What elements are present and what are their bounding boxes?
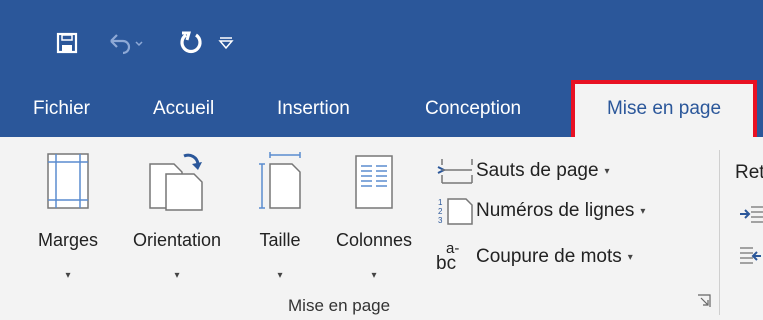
tab-insertion[interactable]: Insertion — [277, 80, 350, 137]
tab-fichier[interactable]: Fichier — [33, 80, 90, 137]
size-dropdown-arrow: ▾ — [277, 270, 283, 281]
size-label: Taille — [259, 230, 301, 250]
line-numbers-button[interactable]: 1 2 3 Numéros de lignes ▾ — [436, 194, 645, 228]
redo-button[interactable] — [176, 28, 206, 58]
hyphenation-label: Coupure de mots — [476, 246, 622, 267]
orientation-icon — [149, 153, 203, 211]
orientation-dropdown-arrow: ▾ — [174, 270, 180, 281]
orientation-label: Orientation — [132, 230, 222, 250]
tab-conception[interactable]: Conception — [425, 80, 521, 137]
margins-label: Marges — [37, 230, 99, 250]
margins-button[interactable]: Marges ▾ — [28, 152, 108, 287]
page-breaks-label: Sauts de page — [476, 160, 599, 181]
next-group-partial-label: Ret — [735, 162, 763, 183]
line-numbers-label: Numéros de lignes — [476, 200, 635, 221]
save-icon — [56, 32, 78, 54]
dialog-launcher-icon — [698, 294, 711, 307]
group-dialog-launcher[interactable] — [697, 294, 711, 308]
columns-icon — [355, 155, 393, 209]
tab-accueil[interactable]: Accueil — [153, 80, 214, 137]
save-button[interactable] — [52, 28, 82, 58]
svg-text:3: 3 — [438, 216, 443, 225]
indent-right-button[interactable] — [739, 246, 763, 273]
size-button[interactable]: Taille ▾ — [248, 152, 312, 287]
margins-icon — [47, 153, 89, 209]
customize-qat-button[interactable] — [215, 28, 237, 58]
undo-button[interactable] — [105, 28, 145, 58]
hyphenation-dropdown-arrow: ▾ — [627, 251, 633, 263]
hyphenation-icon-bottom: bc — [436, 253, 457, 274]
columns-label: Colonnes — [335, 230, 413, 250]
customize-dropdown-icon — [218, 37, 234, 50]
hyphenation-button[interactable]: a- bc Coupure de mots ▾ — [436, 240, 633, 274]
columns-dropdown-arrow: ▾ — [371, 270, 377, 281]
undo-icon — [110, 34, 143, 55]
orientation-button[interactable]: Orientation ▾ — [118, 152, 236, 287]
hyphenation-icon: a- bc — [436, 240, 476, 274]
size-icon — [259, 152, 301, 209]
indent-icon — [740, 206, 763, 223]
line-numbers-icon: 1 2 3 — [438, 198, 473, 225]
columns-button[interactable]: Colonnes ▾ — [322, 152, 426, 287]
spacing-icon — [740, 247, 761, 264]
svg-text:1: 1 — [438, 198, 443, 207]
line-numbers-dropdown-arrow: ▾ — [640, 205, 646, 217]
tab-mise-en-page[interactable]: Mise en page — [571, 80, 757, 141]
page-breaks-dropdown-arrow: ▾ — [604, 165, 610, 177]
group-label-mise-en-page: Mise en page — [288, 296, 391, 315]
margins-dropdown-arrow: ▾ — [65, 270, 71, 281]
redo-icon — [180, 31, 202, 54]
indent-left-button[interactable] — [739, 204, 763, 229]
page-breaks-button[interactable]: Sauts de page ▾ — [436, 154, 610, 188]
page-break-icon — [437, 159, 473, 184]
group-separator — [719, 150, 720, 315]
svg-text:2: 2 — [438, 207, 443, 216]
